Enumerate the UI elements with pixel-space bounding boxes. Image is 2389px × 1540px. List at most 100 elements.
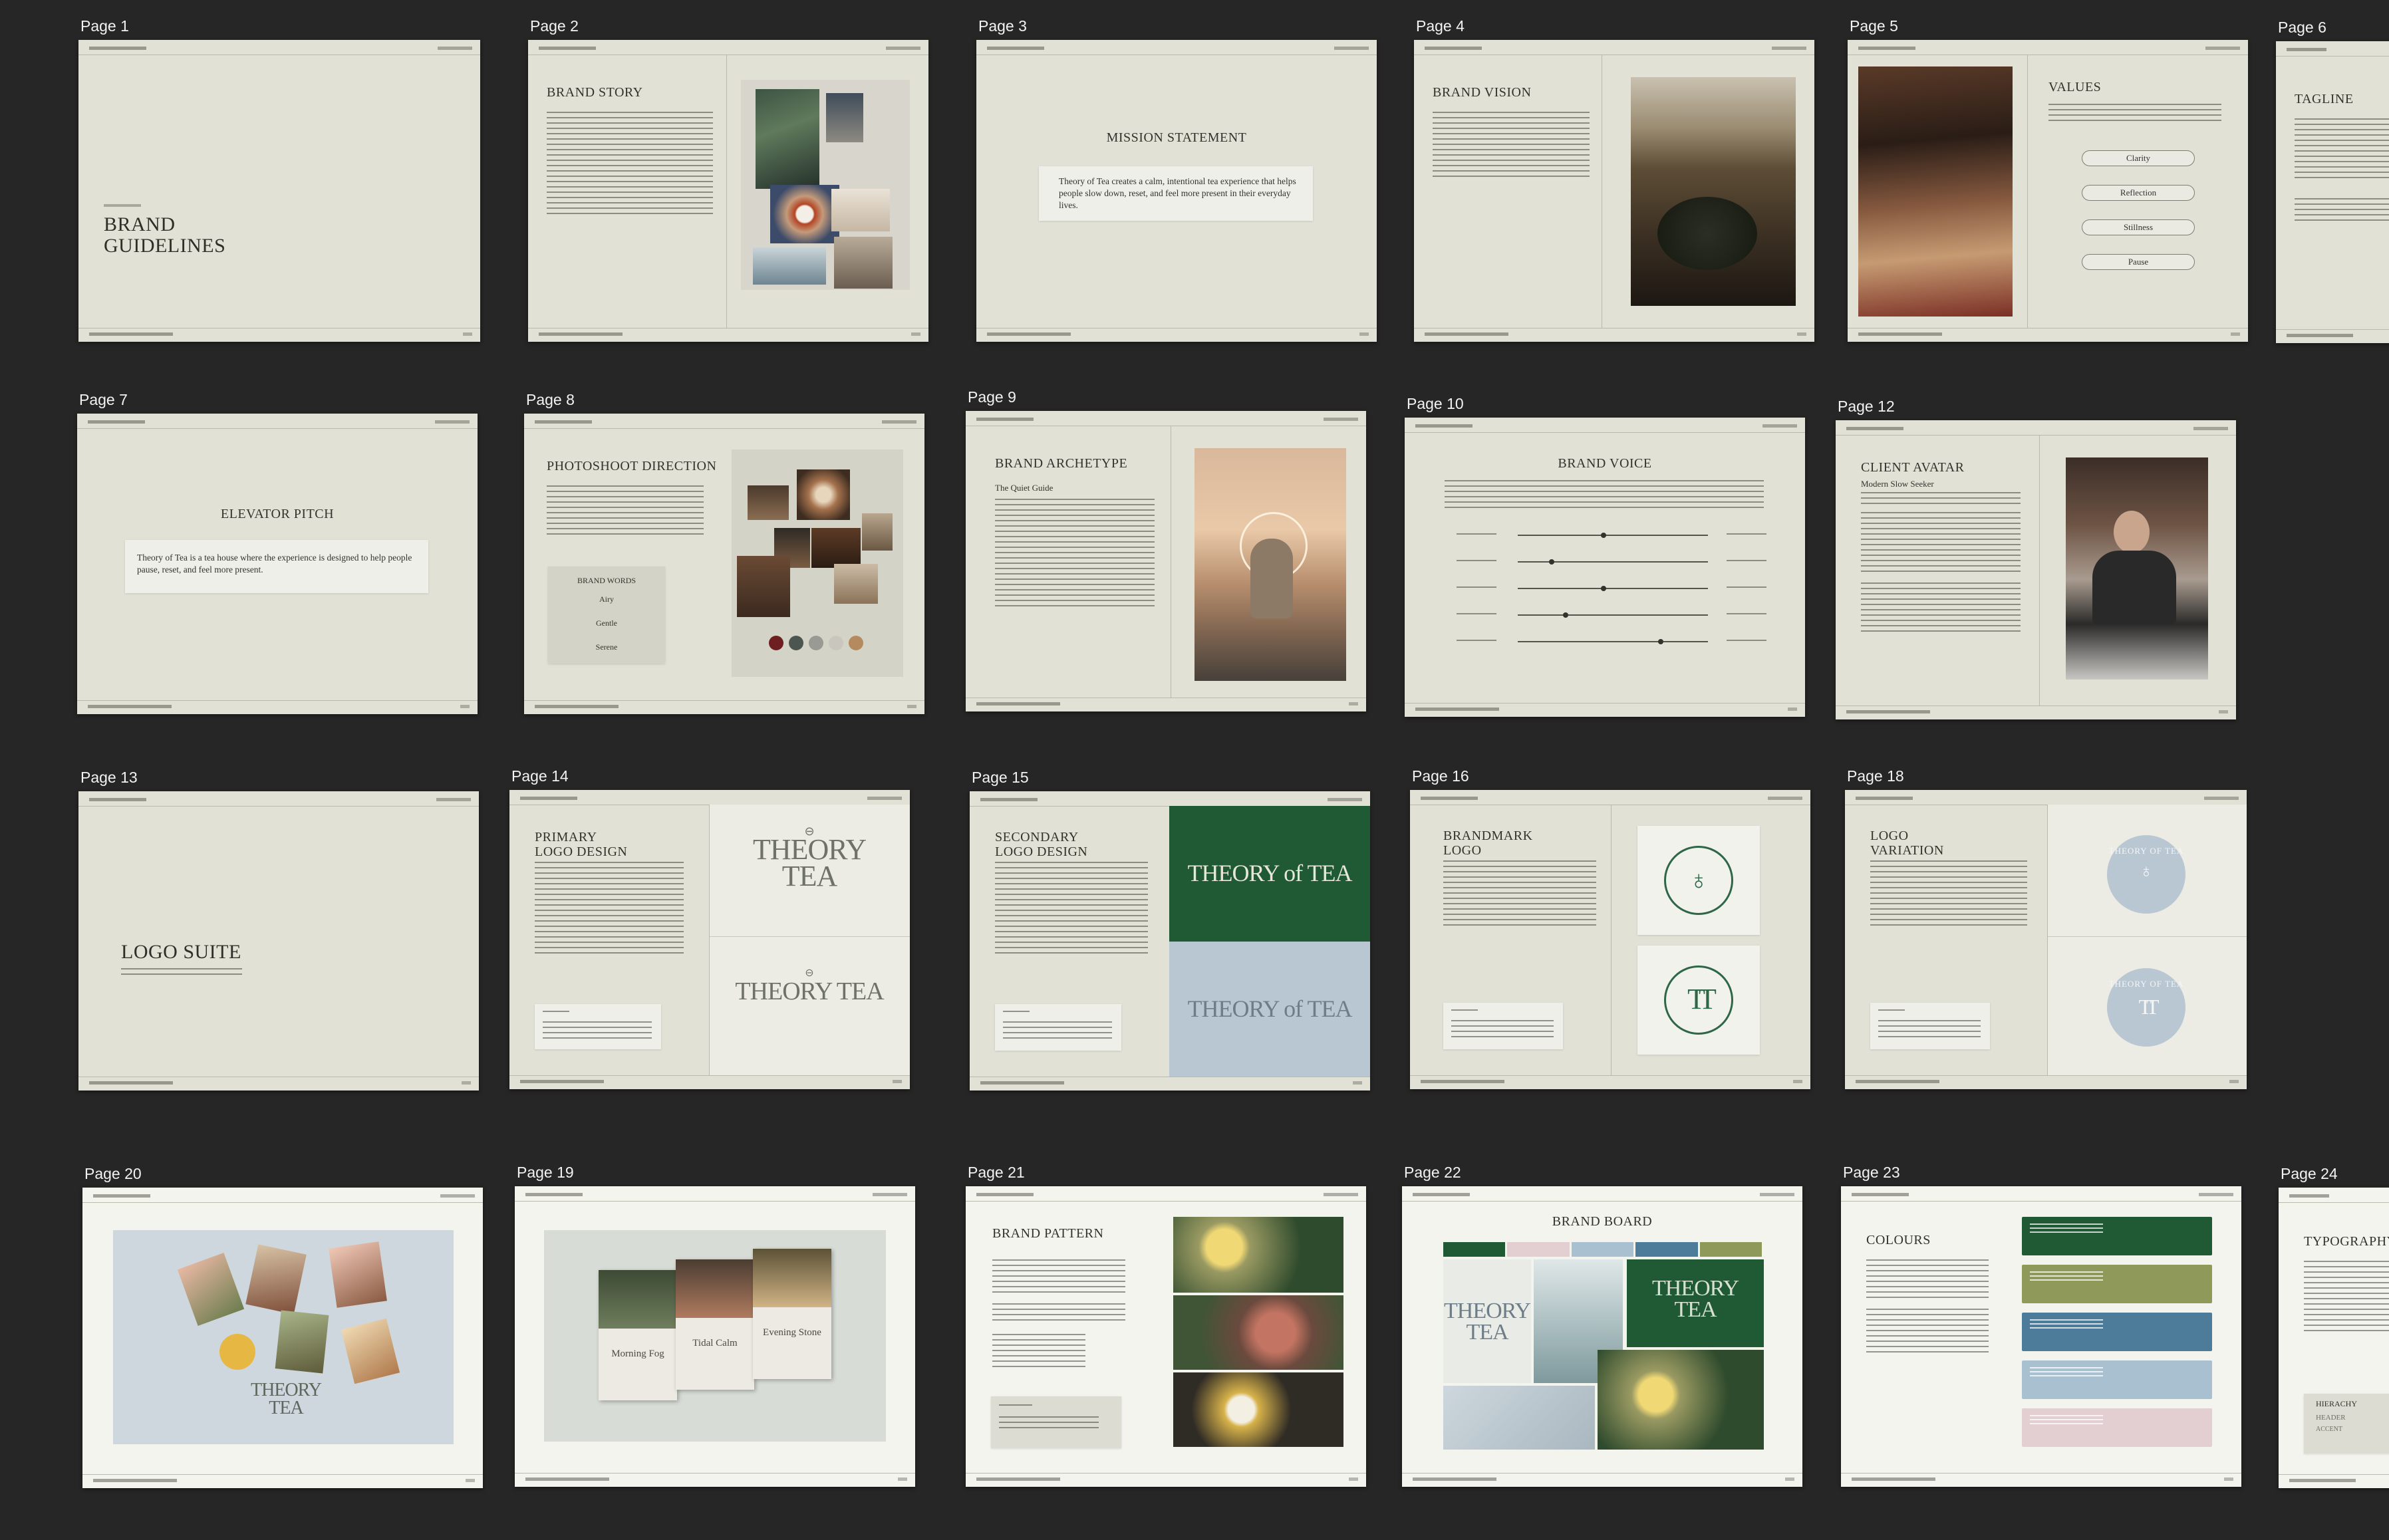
logo-wordmark: THEORY of TEA <box>1187 995 1353 1022</box>
page-title: TYPOGRAPHY <box>2304 1234 2389 1249</box>
page-label: Page 6 <box>2278 19 2326 36</box>
logo-wordmark: THEORY TEA <box>735 977 884 1005</box>
page-title: CLIENT AVATAR <box>1861 460 1965 475</box>
statement-box: Theory of Tea creates a calm, intentiona… <box>1039 166 1313 221</box>
page-canvas[interactable]: BRAND VOICE <box>1405 418 1805 717</box>
pattern-tile-citrus <box>1173 1217 1343 1293</box>
palette-dot <box>809 636 823 650</box>
page-canvas[interactable]: BRAND PATTERN <box>966 1186 1366 1487</box>
page-label: Page 24 <box>2281 1165 2338 1182</box>
page-label: Page 5 <box>1850 17 1898 35</box>
page-label: Page 23 <box>1843 1164 1900 1181</box>
page-canvas[interactable]: PRIMARY LOGO DESIGN ⊖ THEORY TEA ⊖ THEOR… <box>509 790 910 1089</box>
page-canvas[interactable]: VALUES Clarity Reflection Stillness Paus… <box>1848 40 2248 342</box>
page-canvas[interactable]: MISSION STATEMENT Theory of Tea creates … <box>976 40 1377 342</box>
page-label: Page 20 <box>84 1165 142 1182</box>
page-title: COLOURS <box>1866 1233 1931 1247</box>
rooftop-tea-image <box>1631 77 1796 306</box>
page-canvas[interactable]: SECONDARY LOGO DESIGN THEORY of TEA THEO… <box>970 791 1370 1091</box>
page-canvas[interactable]: BRAND GUIDELINES <box>78 40 480 342</box>
slider-left-label <box>1457 640 1496 642</box>
note-box <box>1443 1003 1563 1049</box>
page-label: Page 8 <box>526 391 575 408</box>
page-label: Page 16 <box>1412 767 1469 785</box>
page-title: ELEVATOR PITCH <box>220 507 335 521</box>
page-title: BRAND ARCHETYPE <box>995 456 1128 471</box>
hierarchy-box: HIERACHY HEADER ACCENT <box>2304 1394 2389 1454</box>
hierarchy-accent: ACCENT <box>2316 1426 2342 1433</box>
page-canvas[interactable]: COLOURS <box>1841 1186 2241 1487</box>
page-label: Page 7 <box>79 391 128 408</box>
page-canvas[interactable]: BRAND ARCHETYPE The Quiet Guide <box>966 411 1366 711</box>
monogram-text: TT <box>2138 995 2159 1019</box>
colour-swatch <box>2022 1313 2212 1351</box>
badge-text: THEORY OF TEA <box>2108 846 2184 856</box>
note-box <box>991 1396 1121 1448</box>
voice-slider-track <box>1518 535 1708 536</box>
logo-tile-light: THEORY TEA <box>1443 1259 1531 1383</box>
box-label: Tidal Calm <box>692 1338 738 1348</box>
photo-collage <box>732 449 903 677</box>
page-canvas[interactable]: THEORY TEA <box>82 1188 483 1488</box>
page-label: Page 10 <box>1407 395 1464 412</box>
page-label: Page 4 <box>1416 17 1465 35</box>
page-title: BRAND GUIDELINES <box>104 213 226 257</box>
page-label: Page 14 <box>511 767 569 785</box>
note-box <box>535 1004 661 1049</box>
tea-box: Evening Stone <box>753 1249 831 1379</box>
voice-slider-dot <box>1657 639 1663 644</box>
page-title: LOGO VARIATION <box>1870 829 1944 858</box>
brandmark-card: ♁ <box>1637 826 1760 935</box>
color-strip <box>1443 1242 1764 1257</box>
voice-slider-dot <box>1562 612 1568 618</box>
box-label: Morning Fog <box>611 1348 664 1359</box>
page-label: Page 9 <box>968 388 1016 406</box>
hierarchy-header: HEADER <box>2316 1414 2346 1422</box>
slider-left-label <box>1457 586 1496 589</box>
voice-slider-track <box>1518 561 1708 563</box>
page-canvas[interactable]: Morning Fog Tidal Calm Evening Stone <box>515 1186 915 1487</box>
voice-slider-track <box>1518 614 1708 616</box>
slider-right-label <box>1727 560 1766 563</box>
page-canvas[interactable]: BRAND BOARD THEORY TEA THEORY TEA <box>1402 1186 1802 1487</box>
slider-right-label <box>1727 613 1766 616</box>
page-title: BRAND PATTERN <box>992 1226 1104 1241</box>
page-canvas[interactable]: BRANDMARK LOGO ♁ TT <box>1410 790 1810 1089</box>
palette-dot <box>789 636 803 650</box>
value-pill: Clarity <box>2082 150 2195 166</box>
voice-slider-dot <box>1600 533 1606 538</box>
page-label: Page 13 <box>80 769 138 786</box>
page-label: Page 19 <box>517 1164 574 1181</box>
flatlay-mini <box>1443 1386 1595 1450</box>
page-canvas[interactable]: LOGO SUITE <box>78 791 479 1091</box>
brand-word: Airy <box>599 594 614 604</box>
page-title: SECONDARY LOGO DESIGN <box>995 830 1088 859</box>
strip-swatch <box>1443 1242 1506 1257</box>
page-canvas[interactable]: TYPOGRAPHY HIERACHY HEADER ACCENT <box>2279 1188 2389 1488</box>
page-label: Page 21 <box>968 1164 1025 1181</box>
tea-box: Morning Fog <box>599 1270 677 1400</box>
colour-swatch <box>2022 1408 2212 1447</box>
colour-swatch <box>2022 1217 2212 1255</box>
pitch-box: Theory of Tea is a tea house where the e… <box>125 540 428 593</box>
page-canvas[interactable]: BRAND VISION <box>1414 40 1814 342</box>
page-title: TAGLINE <box>2295 92 2354 106</box>
page-canvas[interactable]: LOGO VARIATION THEORY OF TEA ♁ THEORY OF… <box>1845 790 2247 1089</box>
brand-word: Gentle <box>596 618 617 628</box>
page-canvas[interactable]: ELEVATOR PITCH Theory of Tea is a tea ho… <box>77 414 478 714</box>
voice-slider-track <box>1518 588 1708 589</box>
page-canvas[interactable]: BRAND STORY <box>528 40 928 342</box>
pattern-tile-chamomile <box>1173 1372 1343 1447</box>
value-pill: Reflection <box>2082 185 2195 201</box>
value-pill: Stillness <box>2082 219 2195 235</box>
logo-badge: THEORY OF TEA ♁ <box>2107 835 2185 914</box>
meditation-image <box>1194 448 1346 681</box>
colour-swatches <box>2022 1217 2212 1450</box>
page-canvas[interactable]: TAGLINE <box>2276 41 2389 343</box>
page-label: Page 12 <box>1838 398 1895 415</box>
page-canvas[interactable]: PHOTOSHOOT DIRECTION BRAND WORDS Airy Ge… <box>524 414 924 714</box>
page-title: BRANDMARK LOGO <box>1443 829 1533 858</box>
strip-swatch <box>1571 1242 1634 1257</box>
page-canvas[interactable]: CLIENT AVATAR Modern Slow Seeker <box>1836 420 2236 719</box>
primary-logo-stacked: ⊖ THEORY TEA <box>709 825 910 890</box>
